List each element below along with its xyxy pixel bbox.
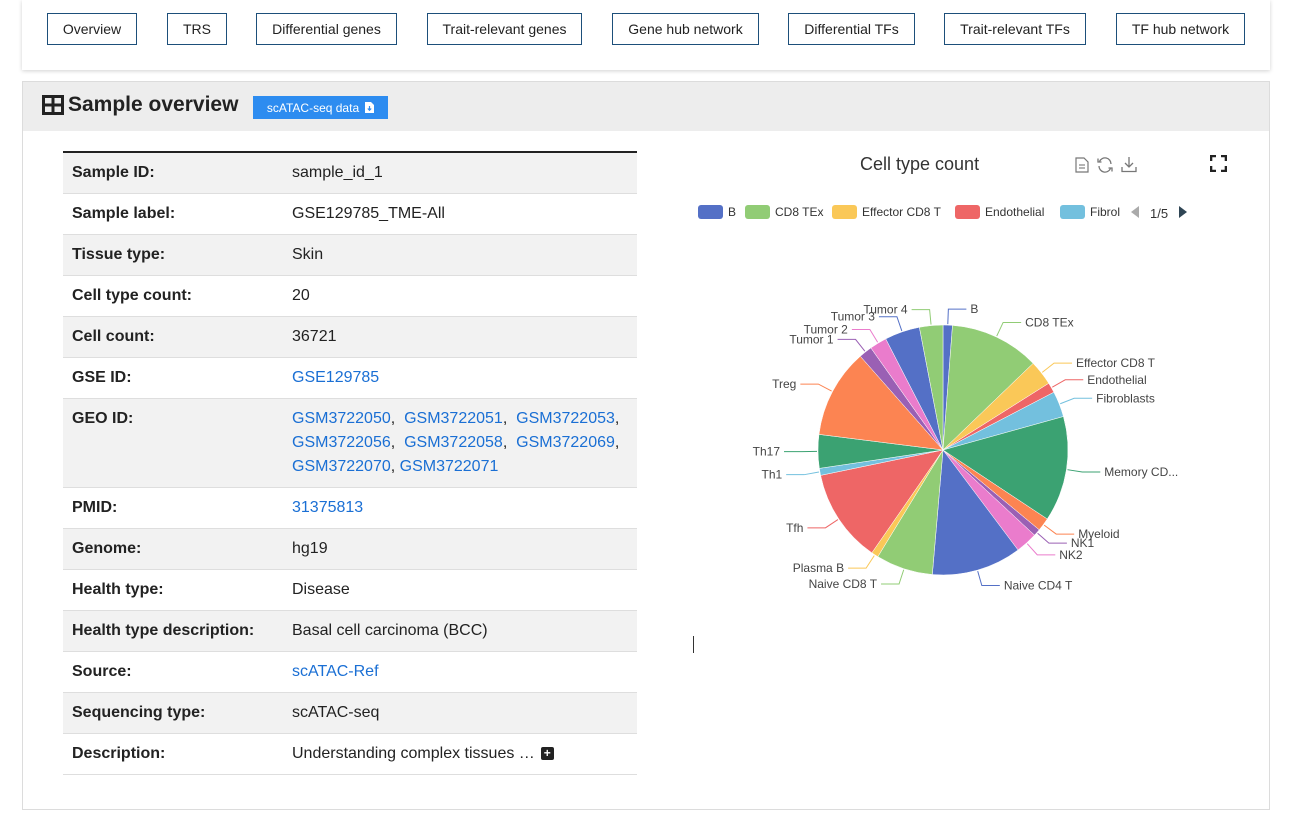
nav-differential-genes-button[interactable]: Differential genes	[256, 13, 397, 45]
legend-item[interactable]: Effector CD8 T	[832, 205, 941, 219]
legend-item[interactable]: Endothelial	[955, 205, 1044, 219]
row-value: hg19	[292, 540, 328, 557]
table-row: Health type: Disease	[63, 570, 637, 611]
geo-id-link[interactable]: GSM3722053	[516, 410, 615, 427]
geo-id-link[interactable]: GSM3722050	[292, 410, 391, 427]
legend-swatch	[955, 205, 980, 219]
legend-item[interactable]: B	[698, 205, 736, 219]
row-label: Description:	[72, 745, 166, 762]
row-label: Health type description:	[72, 622, 255, 639]
data-view-icon[interactable]	[1075, 157, 1089, 173]
row-label: Sequencing type:	[72, 704, 206, 721]
legend-swatch	[1060, 205, 1085, 219]
row-label: Health type:	[72, 581, 164, 598]
nav-tf-hub-network-button[interactable]: TF hub network	[1116, 13, 1245, 45]
table-row: GEO ID: GSM3722050, GSM3722051, GSM37220…	[63, 399, 637, 488]
row-label: GEO ID:	[72, 410, 134, 427]
geo-id-list: GSM3722050, GSM3722051, GSM3722053, GSM3…	[292, 410, 620, 475]
row-label: Genome:	[72, 540, 142, 557]
nav-gene-hub-network-button[interactable]: Gene hub network	[612, 13, 759, 45]
table-row: Sample label: GSE129785_TME-All	[63, 194, 637, 235]
row-value: Disease	[292, 581, 350, 598]
row-value: 36721	[292, 328, 337, 345]
table-row: Description: Understanding complex tissu…	[63, 734, 637, 775]
sample-info-table: Sample ID: sample_id_1 Sample label: GSE…	[63, 151, 637, 775]
legend-swatch	[832, 205, 857, 219]
table-row: Cell count: 36721	[63, 317, 637, 358]
scatac-data-label: scATAC-seq data	[266, 100, 360, 115]
row-value: GSE129785_TME-All	[292, 205, 445, 222]
geo-id-link[interactable]: GSM3722056	[292, 434, 391, 451]
row-value: Basal cell carcinoma (BCC)	[292, 622, 488, 639]
source-link[interactable]: scATAC-Ref	[292, 663, 379, 680]
download-icon[interactable]	[1121, 156, 1137, 173]
table-row: Sequencing type: scATAC-seq	[63, 693, 637, 734]
table-row: GSE ID: GSE129785	[63, 358, 637, 399]
legend-next-icon[interactable]	[1177, 205, 1189, 219]
legend-label: CD8 TEx	[775, 205, 824, 219]
description-text: Understanding complex tissues	[292, 745, 515, 762]
legend-swatch	[698, 205, 723, 219]
fullscreen-icon[interactable]	[1210, 155, 1227, 172]
section-header: Sample overview scATAC-seq data	[23, 82, 1269, 131]
row-label: Sample label:	[72, 205, 176, 222]
nav-trait-relevant-genes-button[interactable]: Trait-relevant genes	[427, 13, 582, 45]
nav-differential-tfs-button[interactable]: Differential TFs	[788, 13, 915, 45]
row-value: sample_id_1	[292, 164, 383, 181]
row-label: PMID:	[72, 499, 118, 516]
row-value: Skin	[292, 246, 324, 263]
table-row: Source: scATAC-Ref	[63, 652, 637, 693]
expand-plus-icon[interactable]: +	[540, 747, 554, 760]
scatac-data-button[interactable]: scATAC-seq data	[253, 96, 388, 119]
geo-id-link[interactable]: GSM3722069	[516, 434, 615, 451]
legend-swatch	[745, 205, 770, 219]
nav-trs-button[interactable]: TRS	[167, 13, 227, 45]
sample-overview-section: Sample overview scATAC-seq data Sample I…	[22, 81, 1270, 810]
table-row: Cell type count: 20	[63, 276, 637, 317]
legend-item[interactable]: CD8 TEx	[745, 205, 823, 219]
text-cursor	[693, 636, 694, 653]
legend-label: Effector CD8 T	[862, 205, 941, 219]
row-label: Source:	[72, 663, 132, 680]
legend-item[interactable]: Fibrol	[1060, 205, 1124, 219]
legend-label: Endothelial	[985, 205, 1045, 219]
row-label: Cell type count:	[72, 287, 193, 304]
geo-id-link[interactable]: GSM3722058	[404, 434, 503, 451]
pmid-link[interactable]: 31375813	[292, 499, 363, 516]
description-ellipsis: …	[518, 745, 535, 762]
chart-title: Cell type count	[860, 154, 980, 174]
row-label: Cell count:	[72, 328, 155, 345]
table-row: Genome: hg19	[63, 529, 637, 570]
row-value: 20	[292, 287, 310, 304]
geo-id-link[interactable]: GSM3722051	[404, 410, 503, 427]
section-title: Sample overview	[68, 93, 239, 116]
row-label: Sample ID:	[72, 164, 155, 181]
row-label: GSE ID:	[72, 369, 132, 386]
table-row: Sample ID: sample_id_1	[63, 153, 637, 194]
top-nav: Overview TRS Differential genes Trait-re…	[22, 0, 1270, 70]
restore-icon[interactable]	[1096, 156, 1114, 174]
table-grid-icon	[42, 95, 64, 115]
nav-trait-relevant-tfs-button[interactable]: Trait-relevant TFs	[944, 13, 1086, 45]
row-value: scATAC-seq	[292, 704, 380, 721]
legend-label: Fibrol	[1090, 205, 1121, 219]
legend-prev-icon[interactable]	[1129, 205, 1141, 219]
table-row: Tissue type: Skin	[63, 235, 637, 276]
description-cell: Understanding complex tissues … +	[292, 745, 637, 763]
table-row: PMID: 31375813	[63, 488, 637, 529]
row-label: Tissue type:	[72, 246, 166, 263]
nav-overview-button[interactable]: Overview	[47, 13, 137, 45]
legend-page-indicator: 1/5	[1150, 206, 1169, 221]
geo-id-link[interactable]: GSM3722071	[400, 458, 499, 475]
legend-label: B	[728, 205, 737, 219]
gse-id-link[interactable]: GSE129785	[292, 369, 379, 386]
table-row: Health type description: Basal cell carc…	[63, 611, 637, 652]
file-download-icon	[365, 102, 375, 113]
geo-id-link[interactable]: GSM3722070	[292, 458, 391, 475]
